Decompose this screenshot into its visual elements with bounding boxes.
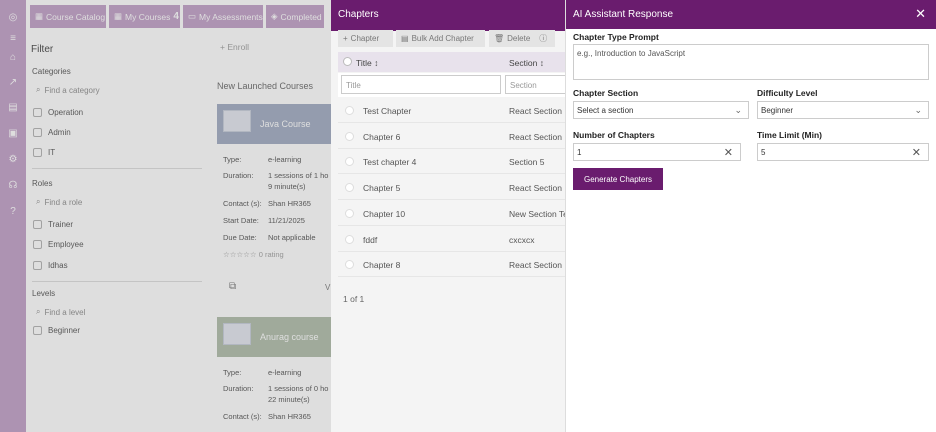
chapter-title: fddf	[363, 234, 378, 245]
input-value: 5	[761, 148, 766, 157]
chapter-section: Section 5	[509, 157, 545, 168]
filter-row: Title Section	[338, 73, 567, 97]
dropdown-value: Beginner	[761, 106, 794, 115]
clear-icon[interactable]: ✕	[912, 148, 921, 159]
section-filter-input[interactable]: Section	[505, 75, 567, 94]
add-chapter-button[interactable]: + Chapter	[338, 30, 393, 47]
ai-assistant-panel: AI Assistant Response ✕ Chapter Type Pro…	[565, 0, 936, 432]
chapter-section: React Section	[509, 260, 562, 271]
column-label: Section	[509, 58, 538, 68]
ai-panel-title: AI Assistant Response	[573, 9, 674, 20]
prompt-label: Chapter Type Prompt	[573, 32, 659, 42]
chapter-section: React Section	[509, 131, 562, 142]
column-label: Title	[356, 58, 372, 68]
row-checkbox[interactable]	[345, 106, 354, 115]
table-row[interactable]: Chapter 8 React Section	[338, 252, 567, 278]
table-row[interactable]: Test Chapter React Section	[338, 98, 567, 123]
bulk-add-chapter-button[interactable]: ▤ Bulk Add Chapter	[396, 30, 485, 47]
plus-icon: +	[343, 34, 348, 43]
section-dropdown[interactable]: Select a section ⌄	[573, 101, 749, 119]
number-of-chapters-input[interactable]: 1 ✕	[573, 143, 741, 161]
generate-chapters-button[interactable]: Generate Chapters	[573, 168, 663, 190]
section-label: Chapter Section	[573, 88, 639, 98]
row-checkbox[interactable]	[345, 157, 354, 167]
sort-icon: ↕	[539, 58, 544, 68]
title-filter-input[interactable]: Title	[341, 75, 501, 94]
button-label: Delete	[507, 34, 531, 43]
chapters-title: Chapters	[338, 9, 379, 20]
document-icon: ▤	[401, 34, 409, 43]
difficulty-label: Difficulty Level	[757, 88, 818, 98]
pagination: 1 of 1	[343, 294, 365, 304]
row-checkbox[interactable]	[345, 260, 354, 270]
table-row[interactable]: fddf cxcxcx	[338, 227, 567, 252]
section-column-header[interactable]: Section ↕	[509, 58, 544, 68]
table-row[interactable]: Test chapter 4 Section 5	[338, 149, 567, 175]
chapter-section: React Section	[509, 106, 562, 116]
number-of-chapters-label: Number of Chapters	[573, 130, 655, 140]
chapter-title: Chapter 8	[363, 260, 401, 271]
table-row[interactable]: Chapter 6 React Section	[338, 124, 567, 149]
select-all-checkbox[interactable]	[343, 57, 352, 66]
chapters-header: Chapters	[331, 0, 567, 31]
chapter-section: cxcxcx	[509, 234, 535, 245]
button-label: Bulk Add Chapter	[411, 34, 474, 43]
prompt-textarea[interactable]: e.g., Introduction to JavaScript	[573, 44, 929, 80]
row-checkbox[interactable]	[345, 131, 354, 141]
time-limit-input[interactable]: 5 ✕	[757, 143, 929, 161]
chapter-title: Chapter 5	[363, 183, 401, 194]
delete-button[interactable]: 🗑 Delete ⓘ	[489, 30, 555, 47]
table-row[interactable]: Chapter 5 React Section	[338, 175, 567, 201]
time-limit-label: Time Limit (Min)	[757, 130, 823, 140]
table-row[interactable]: Chapter 10 New Section Te	[338, 201, 567, 226]
chevron-down-icon: ⌄	[914, 105, 922, 115]
row-checkbox[interactable]	[345, 183, 354, 193]
close-icon[interactable]: ✕	[915, 6, 926, 22]
row-checkbox[interactable]	[345, 208, 354, 218]
chapters-panel: Chapters + Chapter ▤ Bulk Add Chapter 🗑 …	[331, 0, 567, 432]
chapter-section: New Section Te	[509, 208, 567, 219]
ai-panel-header: AI Assistant Response ✕	[566, 0, 936, 29]
clear-icon[interactable]: ✕	[724, 148, 733, 159]
button-label: Chapter	[350, 34, 380, 43]
info-icon[interactable]: ⓘ	[539, 33, 547, 44]
chapter-section: React Section	[509, 183, 562, 194]
table-header: Title ↕ Section ↕	[338, 52, 567, 72]
chevron-down-icon: ⌄	[734, 105, 742, 115]
input-value: 1	[577, 148, 582, 157]
row-checkbox[interactable]	[345, 234, 354, 244]
title-column-header[interactable]: Title ↕	[356, 58, 378, 68]
chapter-title: Test chapter 4	[363, 157, 417, 168]
chapter-title: Chapter 6	[363, 131, 401, 142]
chapter-title: Chapter 10	[363, 208, 406, 219]
trash-icon: 🗑	[494, 34, 505, 43]
dropdown-value: Select a section	[577, 106, 634, 115]
chapter-title: Test Chapter	[363, 106, 412, 116]
sort-icon: ↕	[374, 58, 379, 68]
difficulty-dropdown[interactable]: Beginner ⌄	[757, 101, 929, 119]
